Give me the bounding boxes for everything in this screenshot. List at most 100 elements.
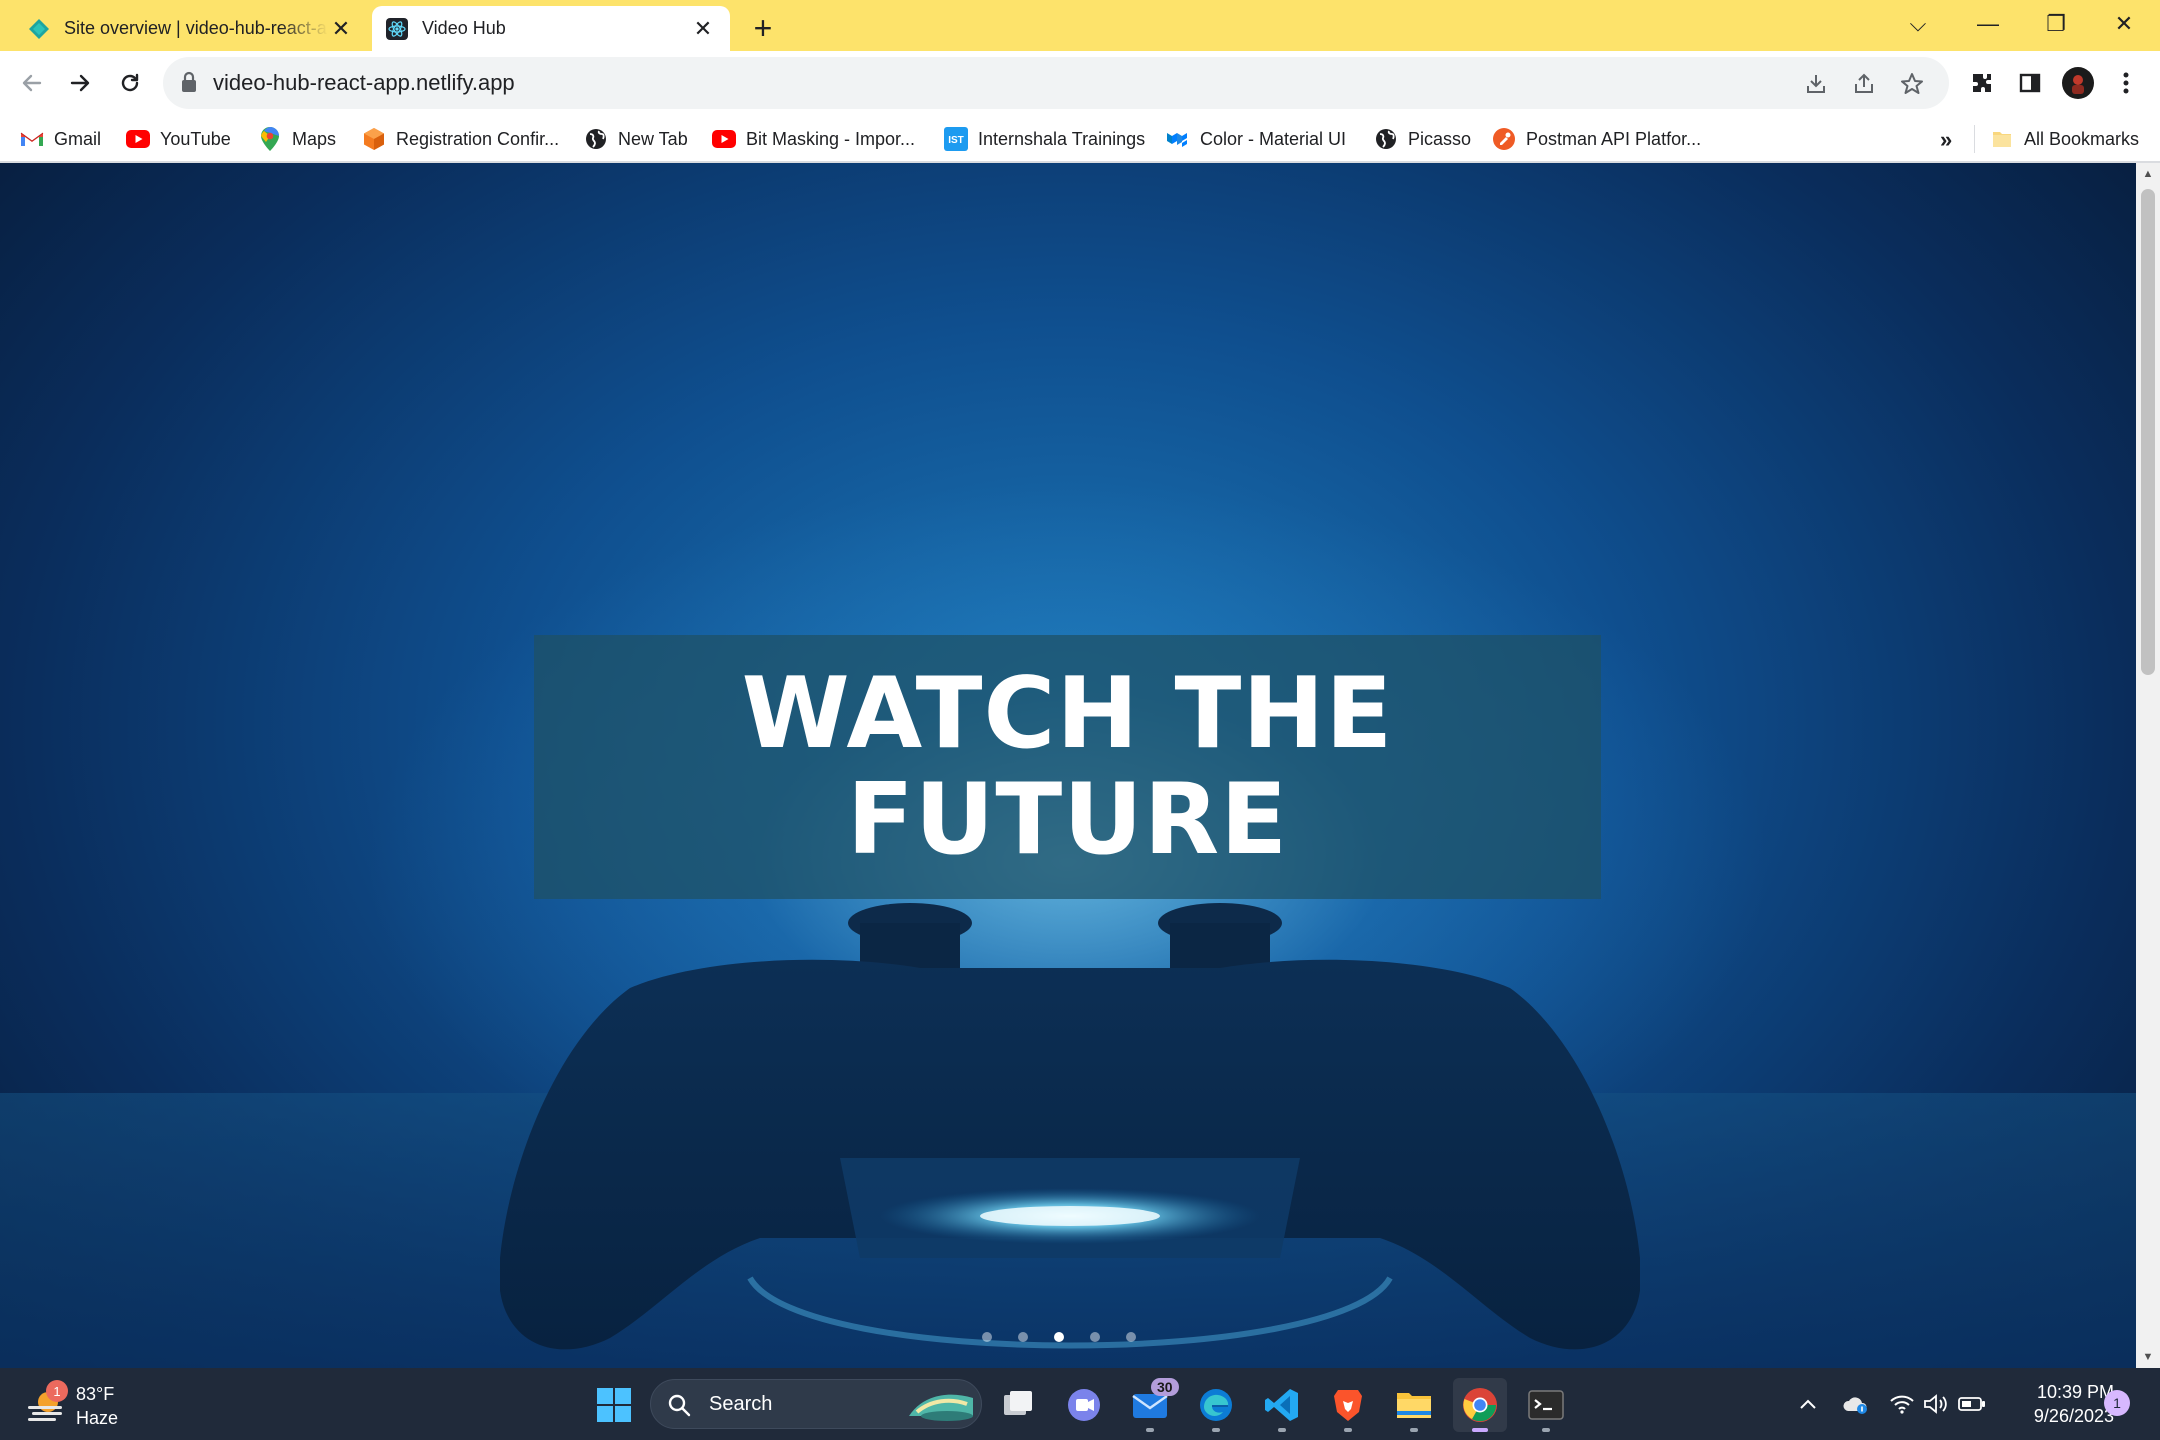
system-clock[interactable]: 10:39 PM 9/26/2023	[2000, 1380, 2114, 1428]
side-panel-icon[interactable]	[2012, 65, 2048, 101]
bookmark-star-icon[interactable]	[1897, 69, 1927, 99]
weather-condition: Haze	[76, 1408, 119, 1428]
wifi-icon[interactable]	[1888, 1390, 1916, 1418]
extensions-icon[interactable]	[1964, 65, 2000, 101]
tab-search-chevron-icon[interactable]: ⌵	[1890, 6, 1946, 42]
show-hidden-icons-chevron-icon[interactable]	[1794, 1390, 1822, 1418]
url-text[interactable]: video-hub-react-app.netlify.app	[213, 70, 515, 96]
vscode-button[interactable]	[1255, 1378, 1309, 1432]
all-bookmarks-folder[interactable]: All Bookmarks	[1974, 123, 2140, 155]
carousel-dot[interactable]	[1126, 1332, 1136, 1342]
scroll-down-arrow-icon[interactable]: ▼	[2136, 1346, 2160, 1368]
install-app-icon[interactable]	[1801, 69, 1831, 99]
running-indicator	[1472, 1428, 1488, 1432]
bookmark-picasso[interactable]: Picasso	[1374, 123, 1471, 155]
bookmark-registration[interactable]: Registration Confir...	[362, 123, 559, 155]
bookmark-postman[interactable]: Postman API Platfor...	[1492, 123, 1701, 155]
scrollbar-thumb[interactable]	[2141, 189, 2155, 675]
hero-carousel-slide: WATCH THE FUTURE	[0, 163, 2136, 1368]
chrome-button[interactable]	[1453, 1378, 1507, 1432]
bookmarks-overflow-button[interactable]: »	[1940, 127, 1952, 153]
bookmark-gmail[interactable]: Gmail	[20, 123, 101, 155]
terminal-icon	[1528, 1390, 1564, 1420]
weather-badge: 1	[46, 1380, 68, 1402]
running-indicator	[1278, 1428, 1286, 1432]
hero-caption-box: WATCH THE FUTURE	[534, 635, 1601, 899]
chat-icon	[1068, 1389, 1100, 1421]
kebab-menu-icon[interactable]	[2108, 65, 2144, 101]
bookmark-bit-masking[interactable]: Bit Masking - Impor...	[712, 123, 915, 155]
clock-date: 9/26/2023	[2033, 1406, 2114, 1426]
tab-close-icon[interactable]: ✕	[690, 16, 716, 42]
cube-icon	[362, 127, 386, 151]
reload-icon[interactable]	[110, 63, 150, 103]
bookmark-internshala[interactable]: IST Internshala Trainings	[944, 123, 1145, 155]
file-explorer-button[interactable]	[1387, 1378, 1441, 1432]
restore-button[interactable]: ❐	[2028, 6, 2084, 42]
bookmark-new-tab[interactable]: New Tab	[584, 123, 688, 155]
running-indicator	[1212, 1428, 1220, 1432]
running-indicator	[1410, 1428, 1418, 1432]
new-tab-button[interactable]: +	[744, 10, 782, 48]
carousel-dot[interactable]	[1018, 1332, 1028, 1342]
bookmark-label: Color - Material UI	[1200, 128, 1347, 149]
postman-icon	[1492, 127, 1516, 151]
brave-button[interactable]	[1321, 1378, 1375, 1432]
scroll-up-arrow-icon[interactable]: ▲	[2136, 163, 2160, 185]
taskbar-search[interactable]: Search	[650, 1379, 982, 1429]
netlify-icon	[28, 18, 50, 40]
back-arrow-icon[interactable]	[12, 63, 52, 103]
edge-button[interactable]	[1189, 1378, 1243, 1432]
onedrive-icon[interactable]	[1842, 1390, 1870, 1418]
clock-time: 10:39 PM	[2036, 1382, 2114, 1402]
windows-logo-icon	[597, 1388, 631, 1422]
folder-icon	[1990, 127, 2014, 151]
bookmark-label: Bit Masking - Impor...	[746, 128, 916, 149]
forward-arrow-icon[interactable]	[60, 63, 100, 103]
react-icon	[386, 17, 408, 40]
bookmark-label: Gmail	[54, 128, 102, 149]
mail-unread-badge: 30	[1151, 1378, 1179, 1396]
ist-icon: IST	[944, 127, 968, 151]
share-icon[interactable]	[1849, 69, 1879, 99]
maps-icon	[258, 127, 282, 151]
notification-badge[interactable]: 1	[2104, 1390, 2130, 1416]
minimize-button[interactable]: —	[1960, 6, 2016, 42]
weather-widget[interactable]: 1 83°F Haze	[24, 1380, 164, 1430]
vertical-scrollbar[interactable]: ▲ ▼	[2136, 163, 2160, 1368]
tab-strip: Site overview | video-hub-react-app ✕ Vi…	[0, 0, 2160, 51]
task-view-icon	[1004, 1391, 1032, 1415]
profile-avatar[interactable]	[2060, 65, 2096, 101]
close-window-button[interactable]: ✕	[2096, 6, 2152, 42]
terminal-button[interactable]	[1519, 1378, 1573, 1432]
teams-chat-button[interactable]	[1057, 1378, 1111, 1432]
gmail-icon	[20, 127, 44, 151]
browser-toolbar: video-hub-react-app.netlify.app	[0, 51, 2160, 115]
chrome-icon	[1463, 1388, 1497, 1422]
address-bar[interactable]: video-hub-react-app.netlify.app	[163, 57, 1949, 109]
bookmark-material-ui[interactable]: Color - Material UI	[1166, 123, 1346, 155]
bookmark-youtube[interactable]: YouTube	[126, 123, 231, 155]
youtube-icon	[126, 127, 150, 151]
start-button[interactable]	[587, 1378, 641, 1432]
bookmark-label: Postman API Platfor...	[1526, 128, 1702, 149]
bookmarks-divider	[1974, 125, 1975, 153]
bookmark-label: All Bookmarks	[2024, 128, 2140, 149]
mail-button[interactable]: 30	[1123, 1378, 1179, 1432]
carousel-dot[interactable]	[982, 1332, 992, 1342]
vscode-icon	[1265, 1389, 1298, 1421]
search-highlight-art-icon	[909, 1394, 973, 1421]
tab-video-hub[interactable]: Video Hub ✕	[372, 6, 730, 51]
carousel-dot[interactable]	[1090, 1332, 1100, 1342]
tab-close-icon[interactable]: ✕	[328, 16, 354, 42]
tab-title: Site overview | video-hub-react-app	[64, 18, 328, 38]
lock-icon[interactable]	[181, 71, 203, 95]
volume-icon[interactable]	[1922, 1390, 1950, 1418]
carousel-dot-active[interactable]	[1054, 1332, 1064, 1342]
task-view-button[interactable]	[991, 1378, 1045, 1432]
folder-icon	[1397, 1393, 1431, 1418]
bookmark-label: Registration Confir...	[396, 128, 560, 149]
bookmark-maps[interactable]: Maps	[258, 123, 336, 155]
tab-site-overview[interactable]: Site overview | video-hub-react-app ✕	[14, 6, 368, 51]
battery-icon[interactable]	[1958, 1390, 1986, 1418]
